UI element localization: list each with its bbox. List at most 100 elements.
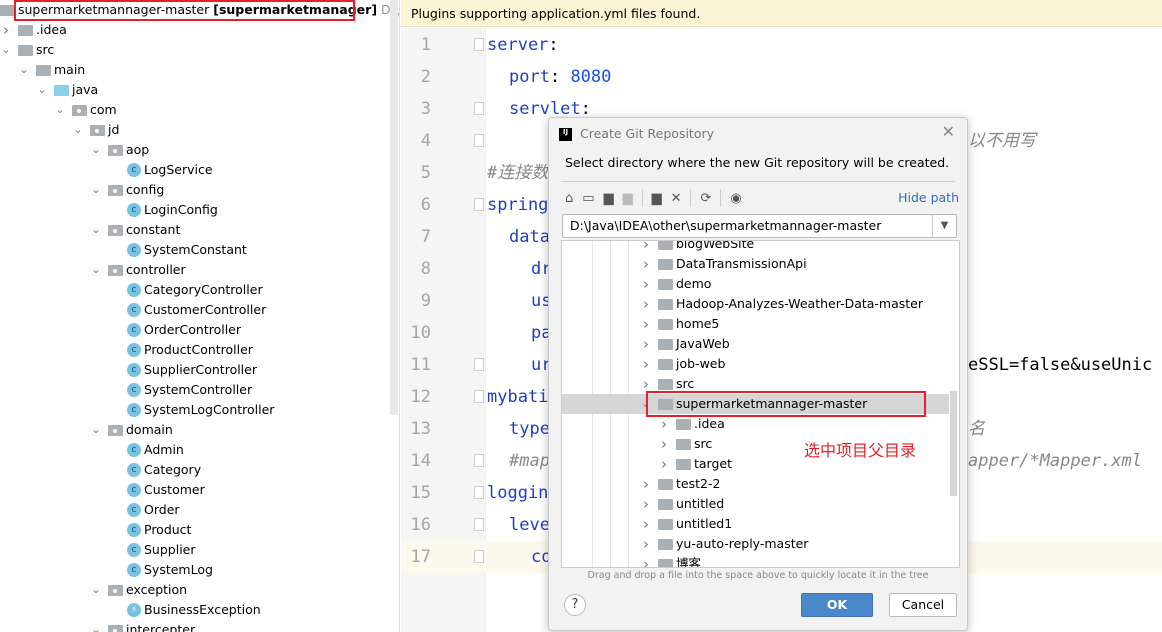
chevron-right-icon[interactable]: ›: [640, 514, 652, 534]
dropdown-arrow-icon[interactable]: ▼: [932, 215, 956, 237]
directory-item[interactable]: › JavaWeb: [562, 334, 949, 354]
fold-marker-icon[interactable]: [474, 38, 484, 51]
directory-item[interactable]: › untitled1: [562, 514, 949, 534]
chevron-down-icon[interactable]: ⌄: [36, 80, 48, 100]
chevron-right-icon[interactable]: ›: [640, 554, 652, 567]
module-folder-icon[interactable]: ▆: [623, 191, 633, 206]
line-number: 4: [420, 131, 431, 151]
fold-marker-icon[interactable]: [474, 198, 484, 211]
hide-path-link[interactable]: Hide path: [898, 190, 959, 205]
package-icon: [108, 185, 123, 196]
chevron-down-icon[interactable]: ⌄: [72, 120, 84, 140]
fold-marker-icon[interactable]: [474, 390, 484, 403]
fold-marker-icon[interactable]: [474, 358, 484, 371]
directory-item[interactable]: › DataTransmissionApi: [562, 254, 949, 274]
fold-marker-icon[interactable]: [474, 550, 484, 563]
cancel-button[interactable]: Cancel: [889, 593, 957, 617]
chevron-right-icon[interactable]: ›: [640, 494, 652, 514]
folder-icon: [676, 459, 691, 470]
desktop-icon[interactable]: ▭: [582, 191, 594, 206]
chevron-right-icon[interactable]: ›: [658, 414, 670, 434]
chevron-right-icon[interactable]: ›: [640, 254, 652, 274]
directory-label: untitled: [676, 496, 725, 511]
folder-icon: [18, 45, 33, 56]
class-icon: c: [127, 363, 141, 377]
chevron-down-icon[interactable]: ⌄: [90, 580, 102, 600]
chevron-right-icon[interactable]: ›: [658, 454, 670, 474]
line-number: 3: [420, 99, 431, 119]
chevron-right-icon[interactable]: ›: [640, 274, 652, 294]
chevron-down-icon[interactable]: ⌄: [90, 260, 102, 280]
path-combobox[interactable]: D:\Java\IDEA\other\supermarketmannager-m…: [562, 214, 957, 238]
fold-marker-icon[interactable]: [474, 134, 484, 147]
directory-item[interactable]: › Hadoop-Analyzes-Weather-Data-master: [562, 294, 949, 314]
line-number: 5: [420, 163, 431, 183]
code-comment: #map: [509, 451, 550, 471]
directory-label: src: [694, 436, 713, 451]
delete-icon[interactable]: ✕: [671, 191, 682, 206]
code-line[interactable]: 1 server:: [401, 29, 1162, 61]
directory-label: JavaWeb: [676, 336, 730, 351]
chevron-right-icon[interactable]: ›: [640, 314, 652, 334]
fold-marker-icon[interactable]: [474, 486, 484, 499]
chevron-down-icon[interactable]: ⌄: [18, 60, 30, 80]
show-hidden-icon[interactable]: ◉: [730, 191, 741, 206]
class-icon: c: [127, 463, 141, 477]
fold-marker-icon[interactable]: [474, 102, 484, 115]
chevron-right-icon[interactable]: ›: [640, 474, 652, 494]
divider: [720, 189, 722, 207]
chevron-down-icon[interactable]: ⌄: [90, 220, 102, 240]
directory-item[interactable]: › test2-2: [562, 474, 949, 494]
directory-label: Hadoop-Analyzes-Weather-Data-master: [676, 296, 924, 311]
directory-item[interactable]: › home5: [562, 314, 949, 334]
class-icon: c: [127, 543, 141, 557]
scrollbar[interactable]: [390, 0, 398, 415]
directory-item[interactable]: › untitled: [562, 494, 949, 514]
project-folder-icon[interactable]: ▆: [604, 191, 614, 206]
line-number: 16: [410, 515, 431, 535]
chevron-right-icon[interactable]: ›: [0, 20, 12, 40]
new-folder-icon[interactable]: ▆: [652, 191, 662, 206]
chevron-right-icon[interactable]: ›: [640, 334, 652, 354]
module-folder-icon: [0, 5, 15, 16]
directory-item[interactable]: › demo: [562, 274, 949, 294]
chevron-down-icon[interactable]: ⌄: [90, 180, 102, 200]
chevron-right-icon[interactable]: ›: [658, 434, 670, 454]
chevron-down-icon[interactable]: ⌄: [90, 140, 102, 160]
fold-marker-icon[interactable]: [474, 454, 484, 467]
chevron-down-icon[interactable]: ⌄: [90, 620, 102, 632]
chevron-right-icon[interactable]: ›: [640, 241, 652, 254]
directory-item[interactable]: › .idea: [562, 414, 949, 434]
chevron-down-icon[interactable]: ⌄: [0, 40, 12, 60]
help-button[interactable]: ?: [564, 594, 586, 616]
directory-tree[interactable]: › blogWebSite › DataTransmissionApi › demo › Ha…: [561, 240, 960, 568]
chevron-down-icon[interactable]: ⌄: [90, 420, 102, 440]
yaml-value: 8080: [570, 67, 612, 87]
intellij-logo-icon: IJ: [559, 128, 572, 141]
ok-button[interactable]: OK: [801, 593, 873, 617]
class-icon: c: [127, 523, 141, 537]
directory-item[interactable]: › yu-auto-reply-master: [562, 534, 949, 554]
folder-icon: [658, 379, 673, 390]
package-icon: [90, 125, 105, 136]
close-icon[interactable]: ✕: [942, 122, 955, 141]
refresh-icon[interactable]: ⟳: [700, 191, 711, 206]
package-icon: [108, 145, 123, 156]
chevron-right-icon[interactable]: ›: [640, 534, 652, 554]
line-number: 12: [410, 387, 431, 407]
yaml-colon: :: [580, 99, 591, 119]
chevron-right-icon[interactable]: ›: [640, 294, 652, 314]
line-number: 1: [420, 35, 431, 55]
home-icon[interactable]: ⌂: [565, 191, 573, 206]
chevron-down-icon[interactable]: ⌄: [54, 100, 66, 120]
directory-item[interactable]: › job-web: [562, 354, 949, 374]
folder-icon: [658, 539, 673, 550]
line-number: 2: [420, 67, 431, 87]
fold-marker-icon[interactable]: [474, 518, 484, 531]
directory-item[interactable]: › blogWebSite: [562, 241, 949, 254]
tree-item-label: Product: [144, 522, 192, 537]
code-line[interactable]: 2 port: 8080: [401, 61, 1162, 93]
directory-item[interactable]: › 博客: [562, 554, 949, 567]
chevron-right-icon[interactable]: ›: [640, 354, 652, 374]
scrollbar[interactable]: [950, 391, 957, 496]
